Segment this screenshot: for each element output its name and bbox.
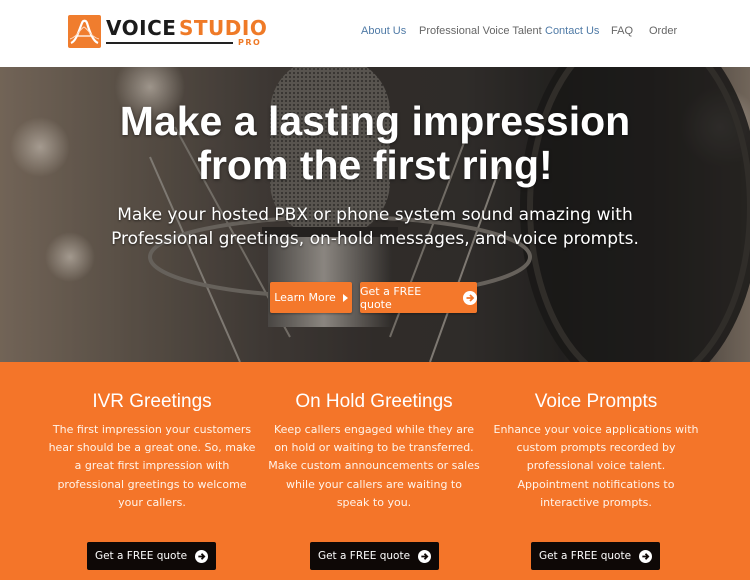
feature-line: your callers. [118, 495, 186, 509]
feature-line: while your callers are waiting to [286, 477, 462, 491]
caret-right-icon [342, 293, 348, 302]
feature-line: hear should be a great one. So, make [48, 441, 256, 455]
hero-title: Make a lasting impression from the first… [0, 99, 750, 187]
feature-line: interactive prompts. [540, 495, 652, 509]
feature-voice-prompts: Voice Prompts Enhance your voice applica… [481, 362, 711, 512]
feature-line: custom prompts recorded by [516, 441, 676, 455]
arrow-circle-right-icon [463, 290, 477, 305]
feature-line: speak to you. [336, 495, 412, 509]
learn-more-button[interactable]: Learn More [270, 282, 352, 313]
feature-description: The first impression your customers hear… [37, 421, 267, 512]
nav-professional-voice-talent[interactable]: Professional Voice Talent [419, 25, 542, 37]
logo-underline [106, 42, 233, 44]
feature-line: professional voice talent. [526, 459, 666, 473]
logo-tagline: PRO [238, 38, 262, 47]
feature-line: Enhance your voice applications with [493, 423, 699, 436]
hero-title-line1: Make a lasting impression [119, 98, 631, 144]
nav-faq[interactable]: FAQ [611, 25, 633, 37]
hero-subtitle-line2: Professional greetings, on-hold messages… [111, 229, 639, 249]
arrow-circle-right-icon [418, 549, 432, 563]
feature-line: on hold or waiting to be transferred. [274, 441, 474, 455]
button-label: Get a FREE quote [317, 550, 411, 562]
feature-title: Voice Prompts [534, 391, 658, 412]
logo[interactable]: VOICE STUDIO PRO [68, 15, 267, 49]
nav-order[interactable]: Order [649, 25, 677, 37]
feature-line: professional greetings to welcome [57, 477, 247, 491]
feature-line: The first impression your customers [52, 423, 252, 436]
feature-on-hold-greetings: On Hold Greetings Keep callers engaged w… [259, 362, 489, 512]
arrow-circle-right-icon [639, 549, 653, 563]
waveform-a-logo-icon [68, 15, 101, 48]
hero-free-quote-label: Get a FREE quote [360, 284, 422, 311]
feature-line: Keep callers engaged while they are [274, 423, 474, 436]
feature-line: Make custom announcements or sales [268, 459, 480, 473]
nav-contact-us[interactable]: Contact Us [545, 25, 599, 37]
learn-more-label: Learn More [274, 291, 336, 304]
button-label: Get a FREE quote [538, 550, 632, 562]
hero-title-line2: from the first ring! [197, 142, 553, 188]
feature-line: Appointment notifications to [517, 477, 675, 491]
feature-description: Enhance your voice applications with cus… [481, 421, 711, 512]
hero-subtitle-line1: Make your hosted PBX or phone system sou… [117, 205, 633, 225]
features-section: IVR Greetings The first impression your … [0, 362, 750, 580]
hero-subtitle: Make your hosted PBX or phone system sou… [0, 203, 750, 251]
ivr-free-quote-button[interactable]: Get a FREE quote [87, 542, 216, 570]
button-label: Get a FREE quote [94, 550, 188, 562]
feature-line: a great first impression with [74, 459, 230, 473]
on-hold-free-quote-button[interactable]: Get a FREE quote [310, 542, 439, 570]
site-header: VOICE STUDIO PRO About Us Professional V… [0, 0, 750, 66]
nav-about-us[interactable]: About Us [361, 25, 406, 37]
hero-free-quote-button[interactable]: Get a FREE quote [360, 282, 477, 313]
feature-ivr-greetings: IVR Greetings The first impression your … [37, 362, 267, 512]
arrow-circle-right-icon [195, 549, 209, 563]
logo-word-voice: VOICE [106, 16, 177, 40]
feature-title: On Hold Greetings [295, 391, 453, 412]
logo-word-studio: STUDIO [179, 16, 268, 40]
hero-banner: Make a lasting impression from the first… [0, 67, 750, 362]
voice-prompts-free-quote-button[interactable]: Get a FREE quote [531, 542, 660, 570]
feature-title: IVR Greetings [92, 391, 212, 412]
feature-description: Keep callers engaged while they are on h… [259, 421, 489, 512]
